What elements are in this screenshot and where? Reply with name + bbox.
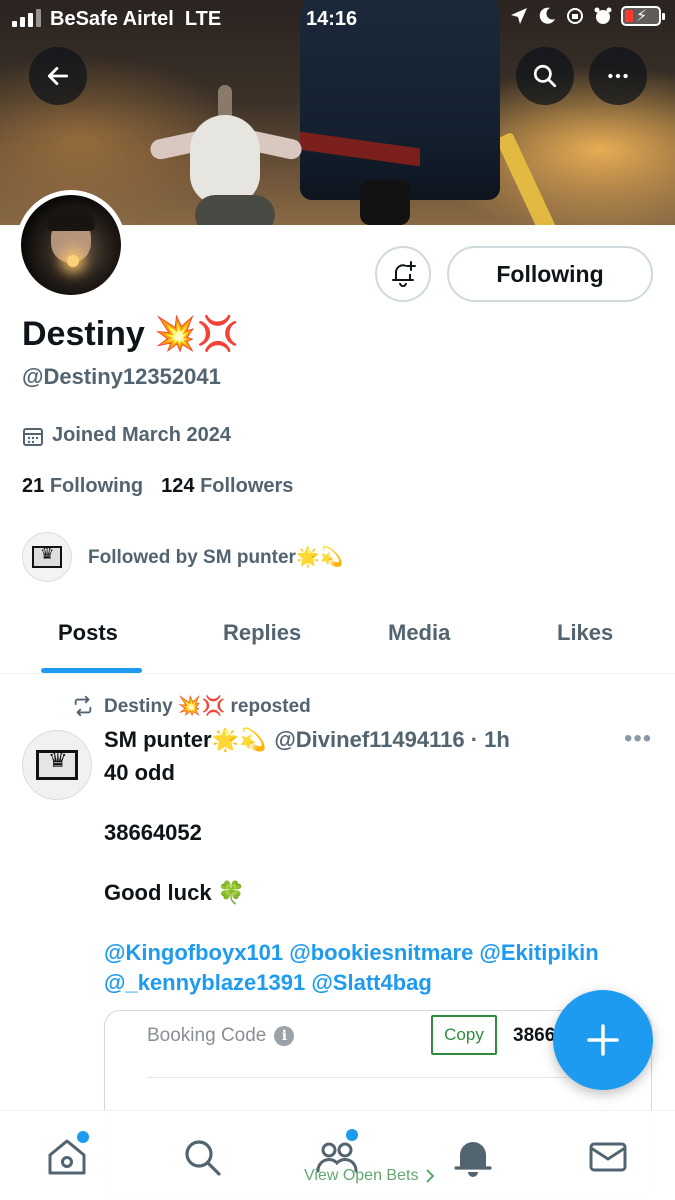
avatar-light: [67, 255, 79, 267]
nav-messages[interactable]: [586, 1135, 630, 1179]
bell-plus-icon: [392, 261, 416, 287]
nav-search[interactable]: [180, 1135, 224, 1179]
bottom-navigation: View Open Bets: [0, 1110, 675, 1200]
moon-icon: [539, 7, 555, 24]
compose-button[interactable]: [553, 990, 653, 1090]
signal-icon: [12, 9, 41, 27]
status-icons: ⚡: [509, 6, 665, 26]
notifications-toggle-button[interactable]: [375, 246, 431, 302]
banner-figure-leg: [360, 180, 410, 225]
search-button[interactable]: [516, 47, 574, 105]
status-bar: BeSafe Airtel LTE 14:16 ⚡: [0, 0, 675, 38]
following-count: 21: [22, 475, 45, 497]
bell-icon: [454, 1142, 492, 1177]
tab-media[interactable]: Media: [388, 620, 450, 646]
banner-goat: [148, 85, 304, 225]
home-notification-dot: [77, 1131, 89, 1143]
calendar-icon: [23, 427, 43, 446]
communities-notification-dot: [346, 1129, 358, 1141]
post-more-button[interactable]: •••: [624, 725, 652, 753]
profile-name: Destiny 💥💢: [22, 315, 239, 353]
followed-by-text: Followed by SM punter🌟💫: [88, 547, 344, 568]
post-body: 40 odd 38664052 Good luck 🍀 @Kingofboyx1…: [104, 758, 664, 998]
back-button[interactable]: [29, 47, 87, 105]
view-open-bets-text: View Open Bets: [304, 1167, 419, 1184]
battery-icon: ⚡: [621, 6, 665, 26]
plus-icon: [587, 1024, 619, 1056]
repost-icon: [74, 695, 92, 717]
search-icon: [185, 1140, 221, 1176]
repost-text: Destiny 💥💢 reposted: [104, 696, 311, 717]
tab-posts[interactable]: Posts: [58, 620, 118, 646]
profile-handle: @Destiny12352041: [22, 364, 221, 389]
clock: 14:16: [306, 8, 358, 30]
post-line: 40 odd: [104, 760, 175, 785]
post-author-meta: @Divinef11494116 · 1h: [274, 727, 510, 752]
mentions-line[interactable]: @Kingofboyx101 @bookiesnitmare @Ekitipik…: [104, 938, 664, 968]
profile-tabs: Posts Replies Media Likes: [0, 600, 675, 674]
more-icon: [608, 73, 628, 79]
post-mentions: @Kingofboyx101 @bookiesnitmare @Ekitipik…: [104, 938, 664, 998]
view-open-bets-overlay[interactable]: View Open Bets: [304, 1167, 436, 1185]
banner-road-line: [495, 131, 563, 225]
goat-body: [195, 195, 275, 225]
mail-icon: [589, 1142, 627, 1172]
location-icon: [511, 8, 527, 24]
alarm-icon: [594, 7, 612, 24]
booking-code-label-text: Booking Code: [147, 1025, 267, 1046]
booking-code-value: 3866: [513, 1025, 556, 1046]
avatar-hair: [47, 209, 95, 231]
following-label: Following: [49, 475, 144, 497]
back-arrow-icon: [47, 67, 69, 85]
repost-indicator: Destiny 💥💢 reposted: [72, 694, 311, 718]
tab-likes[interactable]: Likes: [557, 620, 613, 646]
carrier-label: BeSafe Airtel LTE: [50, 8, 222, 30]
tab-replies[interactable]: Replies: [223, 620, 301, 646]
followers-count: 124: [161, 475, 195, 497]
active-tab-indicator: [41, 668, 142, 673]
mentions-line[interactable]: @_kennyblaze1391 @Slatt4bag: [104, 968, 664, 998]
joined-text: Joined March 2024: [52, 424, 231, 446]
info-icon[interactable]: i: [274, 1026, 295, 1046]
more-options-button[interactable]: [589, 47, 647, 105]
profile-avatar[interactable]: [16, 190, 126, 300]
post-line: 38664052: [104, 820, 202, 845]
followed-by-row[interactable]: Followed by SM punter🌟💫: [22, 532, 343, 582]
post-author-name[interactable]: SM punter🌟💫: [104, 727, 266, 753]
search-icon: [533, 64, 557, 88]
following-button[interactable]: Following: [447, 246, 653, 302]
goat-head: [190, 115, 260, 205]
joined-date: Joined March 2024: [22, 424, 231, 447]
rotation-lock-icon: [567, 8, 583, 24]
card-divider: [147, 1077, 627, 1078]
copy-button[interactable]: Copy: [431, 1015, 497, 1055]
chevron-right-icon: [426, 1169, 435, 1183]
followers-stat[interactable]: 124 Followers: [161, 475, 293, 498]
post-header: SM punter🌟💫 @Divinef11494116 · 1h: [104, 727, 510, 753]
follower-avatar: [22, 532, 72, 582]
followers-label: Followers: [200, 475, 294, 497]
follow-stats: 21 Following 124 Followers: [22, 475, 293, 498]
post-line: Good luck 🍀: [104, 880, 246, 905]
following-stat[interactable]: 21 Following: [22, 475, 143, 498]
post-author-avatar[interactable]: [22, 730, 92, 800]
nav-notifications[interactable]: [451, 1135, 495, 1179]
booking-code-label: Booking Code i: [147, 1025, 295, 1047]
